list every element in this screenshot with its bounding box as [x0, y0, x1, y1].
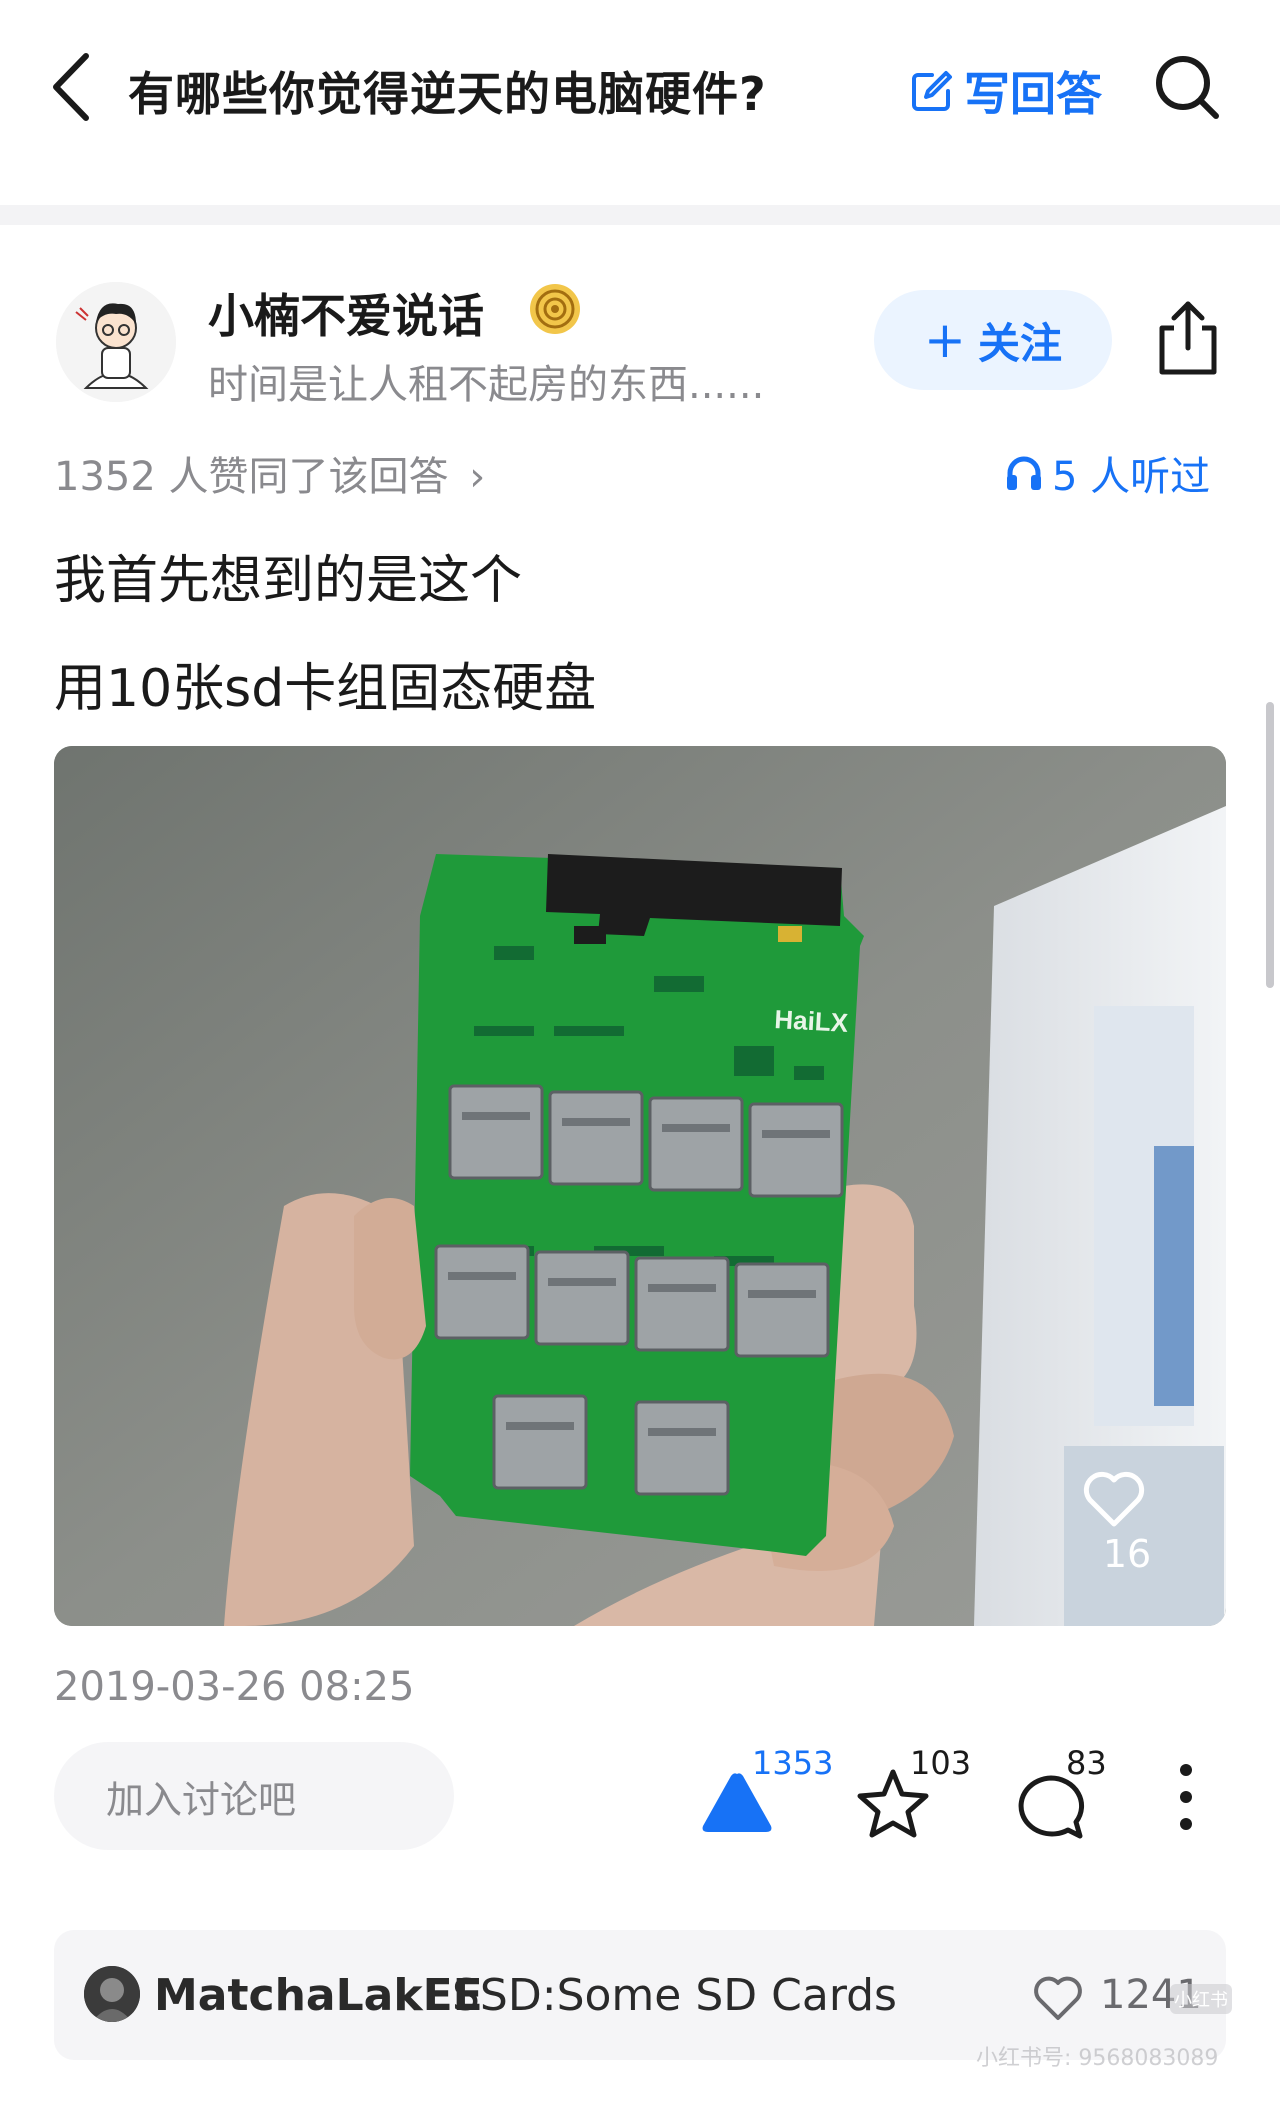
comment-text: SSD:Some SD Cards: [452, 1970, 897, 2021]
heart-icon: [1083, 1471, 1145, 1527]
upvote-button[interactable]: 1353: [700, 1744, 833, 1844]
watermark-logo: 小红书: [1170, 1984, 1232, 2014]
image-like-count: 16: [1102, 1532, 1152, 1576]
question-title[interactable]: 有哪些你觉得逆天的电脑硬件?: [128, 58, 767, 124]
follow-button[interactable]: + 关注: [874, 290, 1112, 390]
answer-paragraph: 我首先想到的是这个: [54, 551, 523, 611]
edit-icon: [912, 71, 952, 111]
write-answer-label: 写回答: [964, 67, 1102, 121]
section-divider: [0, 205, 1280, 225]
image-like-button[interactable]: 16: [1082, 1470, 1172, 1576]
follow-label: 关注: [977, 318, 1062, 368]
discussion-input[interactable]: 加入讨论吧: [54, 1742, 454, 1850]
author-avatar[interactable]: [56, 282, 176, 402]
commenter-avatar[interactable]: [84, 1966, 140, 2022]
answer-paragraph: 用10张sd卡组固态硬盘: [54, 659, 597, 719]
author-name[interactable]: 小楠不爱说话: [208, 280, 484, 346]
heart-icon[interactable]: [1032, 1974, 1084, 2022]
listened-count-link[interactable]: 5 人听过: [1004, 444, 1210, 502]
search-icon[interactable]: [1152, 52, 1222, 122]
author-bio: 时间是让人租不起房的东西......: [208, 362, 765, 408]
upvote-count: 1353: [752, 1744, 834, 1782]
comment-count: 83: [1066, 1744, 1107, 1782]
author-badge-icon[interactable]: [528, 282, 582, 336]
share-icon[interactable]: [1150, 298, 1226, 378]
commenter-name[interactable]: MatchaLakEE: [154, 1970, 483, 2021]
agree-text: 1352 人赞同了该回答: [54, 454, 449, 500]
agree-count-link[interactable]: 1352 人赞同了该回答 ›: [54, 444, 485, 502]
chevron-right-icon: ›: [469, 454, 486, 500]
plus-icon: +: [924, 311, 966, 369]
write-answer-button[interactable]: 写回答: [910, 58, 1102, 124]
more-vertical-icon[interactable]: [1174, 1762, 1198, 1832]
watermark-text: 小红书号: 9568083089: [976, 2046, 1219, 2071]
discussion-placeholder: 加入讨论吧: [106, 1777, 297, 1822]
answer-image[interactable]: HaiLX 16: [54, 746, 1226, 1626]
comment-button[interactable]: 83: [1010, 1744, 1130, 1844]
favorite-button[interactable]: 103: [850, 1744, 972, 1844]
scrollbar[interactable]: [1266, 702, 1274, 988]
comment-bubble-icon: [1018, 1775, 1085, 1839]
back-chevron-icon[interactable]: [48, 50, 98, 124]
headphones-icon: [1007, 456, 1041, 490]
top-navigation-bar: 有哪些你觉得逆天的电脑硬件? 写回答: [0, 0, 1280, 205]
answer-date: 2019-03-26 08:25: [54, 1664, 415, 1710]
board-brand-label: HaiLX: [774, 1004, 850, 1038]
listened-text: 5 人听过: [1052, 454, 1211, 500]
favorite-count: 103: [910, 1744, 972, 1782]
